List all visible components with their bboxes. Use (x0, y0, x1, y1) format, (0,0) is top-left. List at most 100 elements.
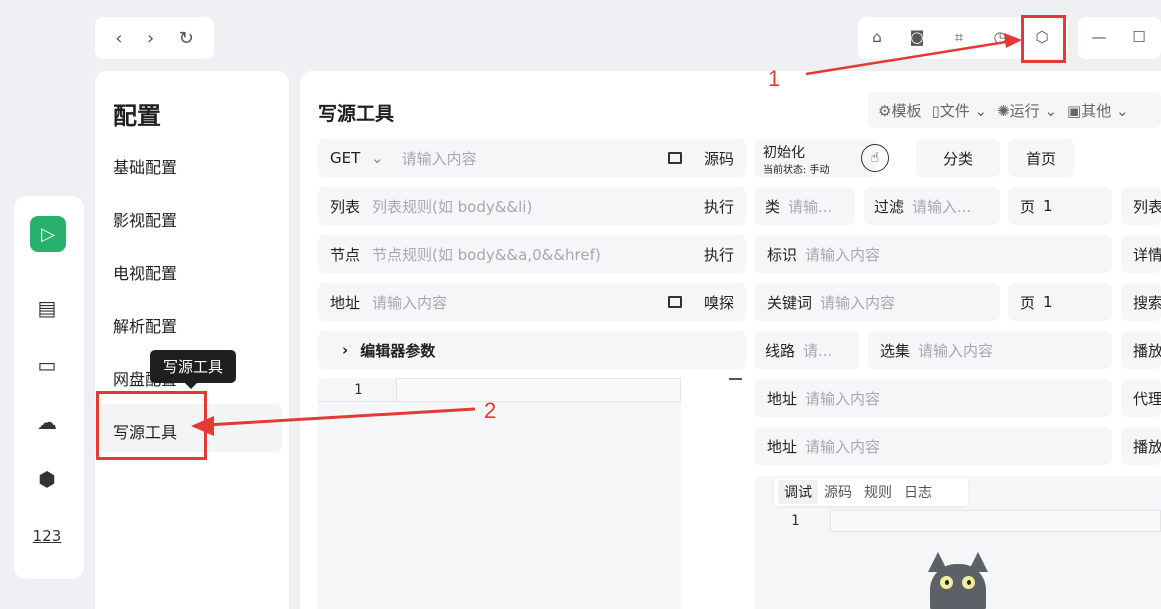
page-field[interactable]: 页1 (1008, 187, 1112, 225)
class-input[interactable]: 请输... (788, 196, 832, 217)
page2-value: 1 (1043, 293, 1053, 311)
maximize-icon[interactable]: ☐ (1128, 26, 1150, 48)
play-button[interactable]: 播放 (1121, 331, 1161, 369)
menu-run[interactable]: ✺运行 ⌄ (997, 100, 1057, 121)
class-field: 类请输... (755, 187, 855, 225)
category-button[interactable]: 分类 (916, 139, 1000, 177)
menu-file[interactable]: ▯文件 ⌄ (931, 100, 987, 121)
node-row: 节点 节点规则(如 body&&a,0&&href) 执行 (318, 235, 746, 273)
method-select[interactable]: GET ⌄ (330, 149, 384, 167)
refresh-icon[interactable]: ↻ (179, 28, 194, 49)
editor-params-row[interactable]: › 编辑器参数 (318, 331, 746, 369)
annotation-2: 2 (484, 398, 497, 423)
addr1-label: 地址 (767, 389, 798, 408)
keyword-input[interactable]: 请输入内容 (820, 292, 895, 313)
address-input[interactable]: 请输入内容 (372, 292, 447, 313)
history-icon[interactable]: ◷ (989, 26, 1011, 48)
config-item-parse[interactable]: 解析配置 (113, 313, 177, 337)
debug-tabs: 调试 源码 规则 日志 (774, 478, 968, 506)
code-editor[interactable]: 1 (318, 378, 681, 609)
menu-other[interactable]: ▣其他 ⌄ (1067, 100, 1129, 121)
class-label: 类 (765, 197, 781, 216)
node-input[interactable]: 节点规则(如 body&&a,0&&href) (372, 244, 601, 265)
url-input[interactable]: 请输入内容 (402, 148, 477, 169)
list-label: 列表 (330, 197, 361, 216)
addr2-input[interactable]: 请输入内容 (805, 436, 880, 457)
config-item-video[interactable]: 影视配置 (113, 207, 177, 231)
keyword-label: 关键词 (767, 293, 813, 312)
tab-debug[interactable]: 调试 (778, 480, 818, 504)
init-status: 当前状态: 手动 (763, 165, 830, 176)
ident-input[interactable]: 请输入内容 (805, 244, 880, 265)
tooltip-arrow (184, 382, 198, 389)
dashboard-icon[interactable]: ⌂ (866, 26, 888, 48)
player-button[interactable]: 播放器 (1121, 427, 1161, 465)
config-panel (95, 71, 289, 609)
filter-label: 过滤 (874, 197, 905, 216)
addr2-field: 地址 请输入内容 (755, 427, 1112, 465)
page2-field[interactable]: 页1 (1008, 283, 1112, 321)
route-label: 线路 (765, 341, 796, 360)
config-title: 配置 (113, 102, 161, 130)
episode-input[interactable]: 请输入内容 (918, 340, 993, 361)
film-icon[interactable]: ▤ (31, 292, 63, 324)
page-label: 页 (1020, 197, 1036, 216)
tab-rules[interactable]: 规则 (864, 482, 892, 502)
source-button[interactable]: 源码 (704, 148, 734, 169)
list-exec-button[interactable]: 执行 (704, 196, 734, 217)
addr2-label: 地址 (767, 437, 798, 456)
menu-template[interactable]: ⚙模板 (878, 100, 921, 121)
list-row: 列表 列表规则(如 body&&li) 执行 (318, 187, 746, 225)
node-exec-button[interactable]: 执行 (704, 244, 734, 265)
page2-label: 页 (1020, 293, 1036, 312)
ident-label: 标识 (767, 245, 798, 264)
splitter[interactable] (729, 378, 742, 380)
record-icon[interactable]: ◙ (906, 26, 928, 48)
address-label: 地址 (330, 293, 361, 312)
hand-icon[interactable]: ☝ (861, 144, 889, 172)
scan-icon[interactable]: ⌗ (948, 26, 970, 48)
filter-field: 过滤 请输入... (864, 187, 1000, 225)
line-number: 1 (354, 382, 363, 398)
scan-cube-icon[interactable]: ⬢ (31, 463, 63, 495)
app-logo-icon[interactable]: ▷ (30, 216, 66, 252)
minimize-icon[interactable]: — (1088, 26, 1110, 48)
tab-log[interactable]: 日志 (904, 482, 932, 502)
menu-bar: ⚙模板 ▯文件 ⌄ ✺运行 ⌄ ▣其他 ⌄ (868, 92, 1161, 128)
detail-button[interactable]: 详情 (1121, 235, 1161, 273)
list-input[interactable]: 列表规则(如 body&&li) (372, 196, 532, 217)
episode-label: 选集 (880, 341, 911, 360)
route-input[interactable]: 请... (803, 340, 832, 361)
keyword-field: 关键词 请输入内容 (755, 283, 1000, 321)
highlight-source-tool (96, 391, 207, 460)
config-item-basic[interactable]: 基础配置 (113, 154, 177, 178)
episode-field: 选集 请输入内容 (868, 331, 1112, 369)
forward-icon[interactable]: › (147, 28, 154, 49)
config-item-tv[interactable]: 电视配置 (113, 260, 177, 284)
cloud-icon[interactable]: ☁ (31, 406, 63, 438)
tv-icon[interactable]: ▭ (31, 349, 63, 381)
back-icon[interactable]: ‹ (115, 28, 122, 49)
addr1-input[interactable]: 请输入内容 (805, 388, 880, 409)
proxy-button[interactable]: 代理 (1121, 379, 1161, 417)
filter-input[interactable]: 请输入... (912, 196, 971, 217)
annotation-1: 1 (768, 66, 781, 91)
tab-source[interactable]: 源码 (824, 482, 852, 502)
debug-line (830, 510, 1161, 532)
debug-line-number: 1 (791, 513, 800, 529)
url-row: GET ⌄ 请输入内容 源码 (318, 139, 746, 177)
list-button[interactable]: 列表 (1121, 187, 1161, 225)
sniff-button[interactable]: 嗅探 (704, 292, 734, 313)
page-title: 写源工具 (318, 103, 395, 125)
home-button[interactable]: 首页 (1008, 139, 1074, 177)
init-row: 初始化 当前状态: 手动 (755, 139, 877, 177)
addr1-field: 地址 请输入内容 (755, 379, 1112, 417)
expand-icon[interactable] (667, 296, 682, 308)
number-icon[interactable]: 123 (31, 520, 63, 552)
ident-field: 标识 请输入内容 (755, 235, 1112, 273)
address-row: 地址 请输入内容 嗅探 (318, 283, 746, 321)
node-label: 节点 (330, 245, 361, 264)
expand-icon[interactable] (667, 152, 682, 164)
init-title: 初始化 (763, 145, 805, 161)
search-button[interactable]: 搜索 (1121, 283, 1161, 321)
